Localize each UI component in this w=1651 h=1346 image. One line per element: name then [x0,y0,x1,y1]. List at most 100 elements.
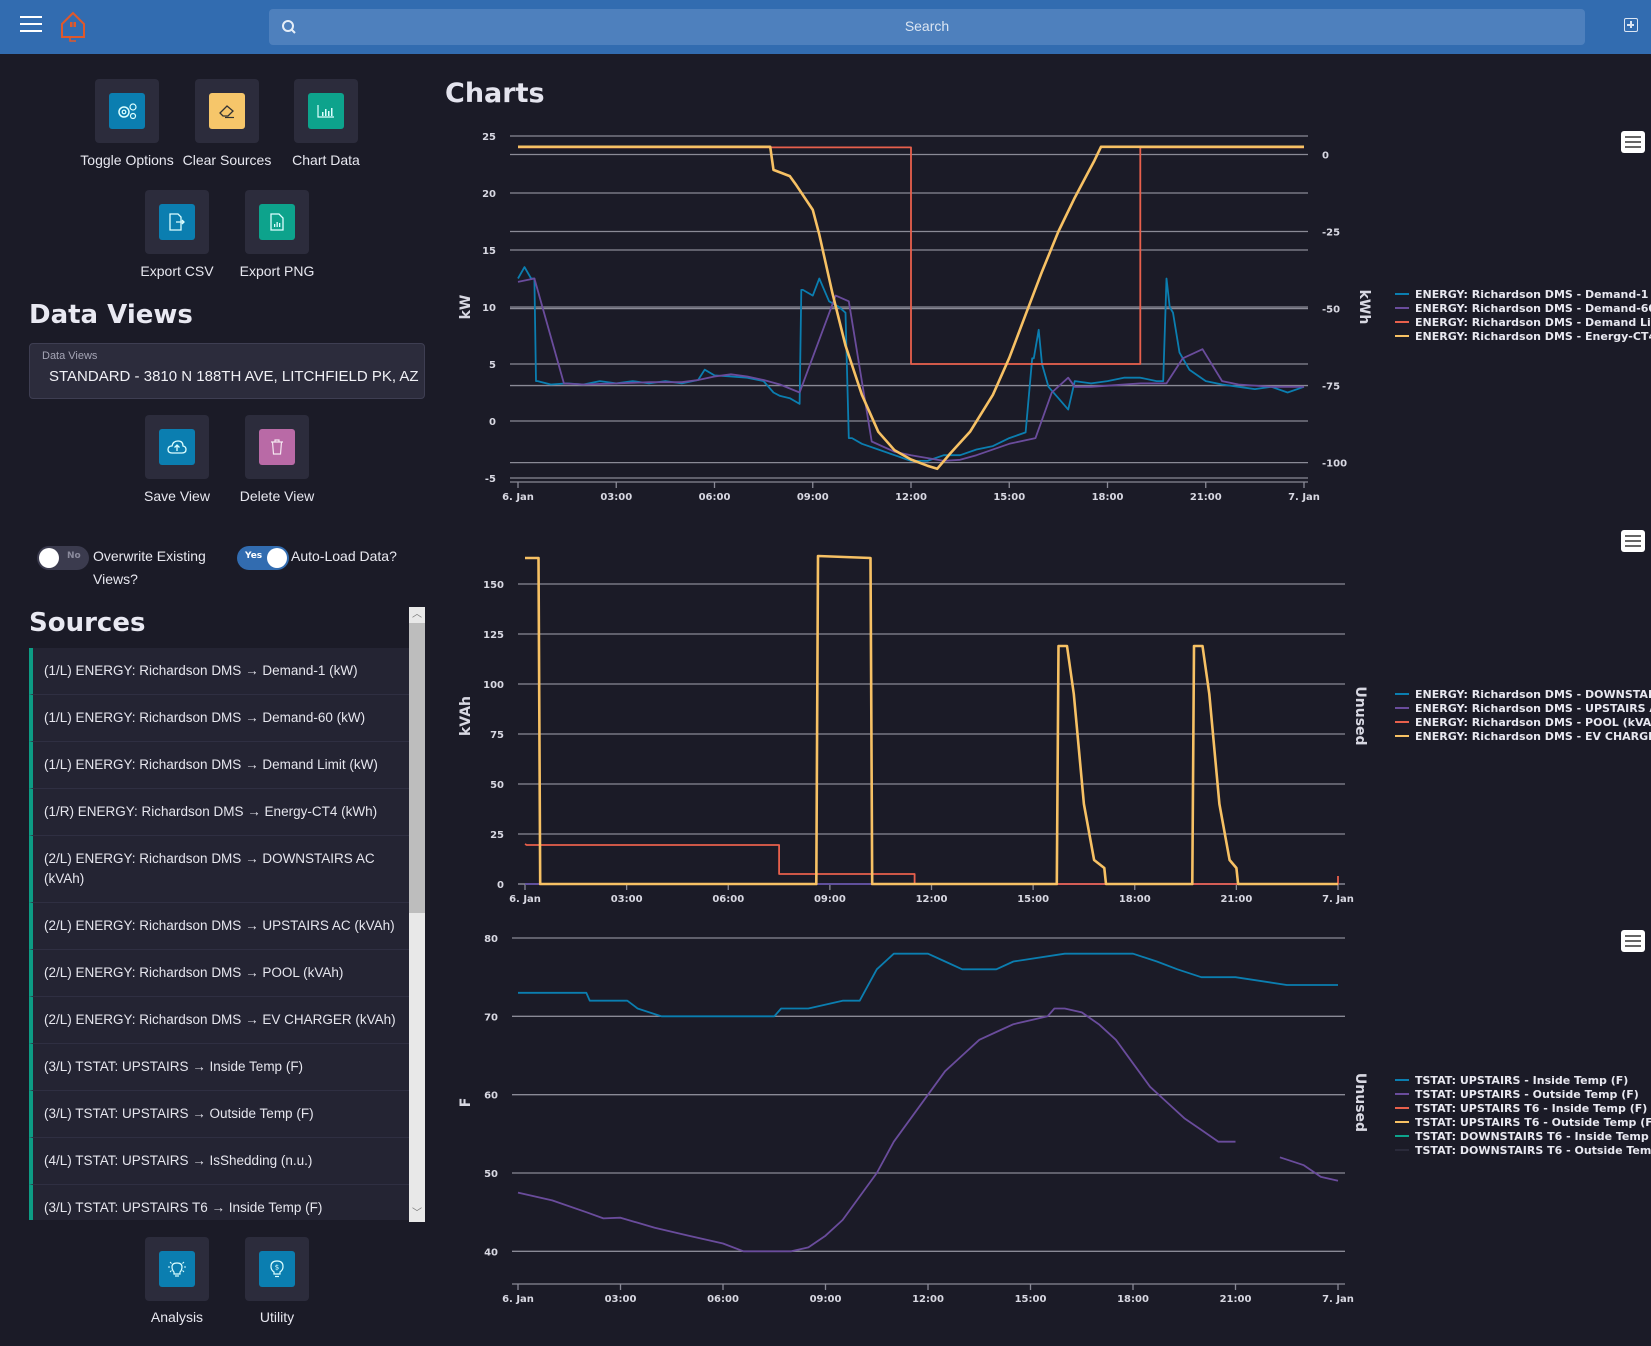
x-tick-label: 12:00 [912,1294,944,1305]
y-tick-label: 100 [483,680,504,691]
series-line [518,146,1304,365]
legend-item: TSTAT: UPSTAIRS T6 - Inside Temp (F) [1415,1102,1647,1115]
legend-item: TSTAT: DOWNSTAIRS T6 - Inside Temp (F) [1415,1130,1651,1143]
house-logo-icon[interactable] [58,9,88,45]
analysis-button[interactable] [145,1237,209,1301]
chart-data-label: Chart Data [292,152,360,168]
save-view-button[interactable] [145,415,209,479]
y-axis-label: kVAh [458,696,474,736]
search-bar[interactable]: Search [269,9,1585,45]
x-tick-label: 09:00 [814,894,846,905]
legend-item: ENERGY: Richardson DMS - Demand Lim... [1415,316,1651,329]
legend-item: TSTAT: UPSTAIRS T6 - Outside Temp (F) [1415,1116,1651,1129]
x-tick-label: 6. Jan [509,894,541,905]
top-header: Search [0,0,1651,54]
auto-load-toggle[interactable]: Yes [237,546,289,570]
y-tick-label: 0 [497,880,504,891]
source-list-item[interactable]: (1/L) ENERGY: Richardson DMS → Demand Li… [29,742,409,789]
chart-1-menu-icon[interactable] [1621,131,1645,153]
scroll-thumb[interactable] [409,623,425,913]
x-tick-label: 03:00 [611,894,643,905]
x-tick-label: 6. Jan [502,492,534,503]
y-tick-label: 25 [490,830,504,841]
legend-item: TSTAT: DOWNSTAIRS T6 - Outside Temp (... [1415,1144,1651,1157]
scroll-down-icon[interactable]: ﹀ [409,1206,425,1222]
y2-axis-label: kWh [1356,290,1372,325]
source-list-item[interactable]: (2/L) ENERGY: Richardson DMS → UPSTAIRS … [29,903,409,950]
source-list-item[interactable]: (3/L) TSTAT: UPSTAIRS → Outside Temp (F) [29,1091,409,1138]
delete-view-button[interactable] [245,415,309,479]
export-png-button[interactable] [245,190,309,254]
auto-load-label: Auto-Load Data? [291,548,397,564]
source-list-item[interactable]: (2/L) ENERGY: Richardson DMS → DOWNSTAIR… [29,836,409,903]
overwrite-views-label: Overwrite Existing Views? [93,548,206,587]
chart-3-menu-icon[interactable] [1621,930,1645,952]
x-tick-label: 7. Jan [1322,1294,1354,1305]
source-list-item[interactable]: (4/L) TSTAT: UPSTAIRS → IsShedding (n.u.… [29,1138,409,1185]
search-input[interactable]: Search [269,18,1585,34]
data-views-title: Data Views [29,300,193,330]
delete-view-label: Delete View [239,488,315,504]
series-line [517,277,1304,462]
plus-square-icon[interactable] [1624,18,1638,32]
y2-tick-label: -50 [1322,305,1340,316]
clear-sources-button[interactable] [195,79,259,143]
source-list-item[interactable]: (2/L) ENERGY: Richardson DMS → EV CHARGE… [29,997,409,1044]
y-axis-label: kW [458,295,474,320]
x-tick-label: 7. Jan [1322,894,1354,905]
legend-item: TSTAT: UPSTAIRS - Outside Temp (F) [1415,1088,1639,1101]
legend-item: ENERGY: Richardson DMS - POOL (kVAh) [1415,716,1651,729]
x-tick-label: 06:00 [712,894,744,905]
y-tick-label: -5 [485,474,496,485]
y2-axis-label: Unused [1352,1073,1368,1132]
y-tick-label: 50 [484,1169,498,1180]
y2-tick-label: -75 [1322,382,1340,393]
x-tick-label: 21:00 [1220,1294,1252,1305]
overwrite-views-toggle[interactable]: No [37,546,89,570]
scroll-up-icon[interactable]: ︿ [409,607,425,623]
toggle-state-text: No [67,551,81,561]
series-line [517,1007,1339,1253]
sources-title: Sources [29,608,146,638]
sources-scrollbar[interactable]: ︿ ﹀ [409,607,425,1222]
source-list-item[interactable]: (1/L) ENERGY: Richardson DMS → Demand-60… [29,695,409,742]
y-tick-label: 0 [489,417,496,428]
y-tick-label: 50 [490,780,504,791]
source-list-item[interactable]: (3/L) TSTAT: UPSTAIRS → Inside Temp (F) [29,1044,409,1091]
sources-list: (1/L) ENERGY: Richardson DMS → Demand-1 … [29,648,409,1220]
chart-2: 150 125 100 75 50 25 0 6. Jan 03:00 06:00 09:00 12:… [458,554,1651,905]
y-tick-label: 20 [482,189,496,200]
x-tick-label: 06:00 [699,492,731,503]
hamburger-menu-icon[interactable] [20,16,42,36]
x-tick-label: 18:00 [1117,1294,1149,1305]
series-line [517,266,1305,462]
source-list-item[interactable]: (2/L) ENERGY: Richardson DMS → POOL (kVA… [29,950,409,997]
utility-button[interactable]: $ [245,1237,309,1301]
x-tick-label: 15:00 [1015,1294,1047,1305]
export-csv-button[interactable] [145,190,209,254]
x-tick-label: 06:00 [707,1294,739,1305]
source-list-item[interactable]: (1/L) ENERGY: Richardson DMS → Demand-1 … [29,648,409,695]
legend-item: TSTAT: UPSTAIRS - Inside Temp (F) [1415,1074,1628,1087]
data-views-select[interactable]: Data Views STANDARD - 3810 N 188TH AVE, … [29,343,425,399]
chart-data-button[interactable] [294,79,358,143]
cloud-upload-icon [159,429,195,465]
y2-tick-label: -25 [1322,228,1340,239]
y2-axis-label: Unused [1352,686,1368,745]
toggle-options-button[interactable] [95,79,159,143]
file-chart-icon [259,204,295,240]
toggle-state-text: Yes [245,551,263,561]
y2-tick-label: 0 [1322,150,1329,161]
source-list-item[interactable]: (3/L) TSTAT: UPSTAIRS T6 → Inside Temp (… [29,1185,409,1220]
chart-2-menu-icon[interactable] [1621,530,1645,552]
data-views-field-label: Data Views [42,350,98,362]
file-export-icon [159,204,195,240]
series-line [525,554,1338,886]
gears-icon [109,93,145,129]
source-list-item[interactable]: (1/R) ENERGY: Richardson DMS → Energy-CT… [29,789,409,836]
svg-text:$: $ [275,1264,279,1272]
legend-item: ENERGY: Richardson DMS - EV CHARGER ... [1415,730,1651,743]
y-tick-label: 150 [483,580,504,591]
legend-item: ENERGY: Richardson DMS - UPSTAIRS AC... [1415,702,1651,715]
y-tick-label: 15 [482,246,496,257]
